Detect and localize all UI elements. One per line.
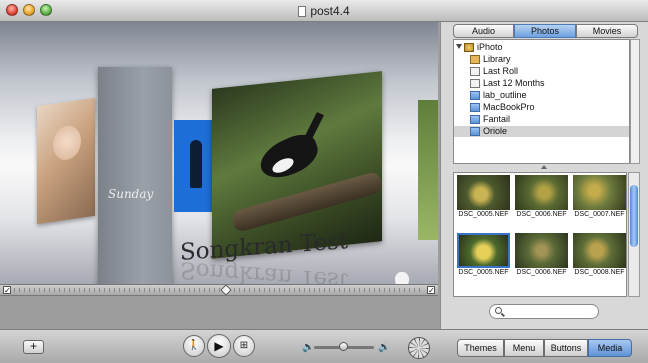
apple-logo-icon — [395, 272, 409, 284]
motion-button[interactable]: 🚶 — [183, 335, 205, 357]
sunday-label: Sunday — [108, 187, 154, 201]
dancer-silhouette — [190, 140, 202, 188]
photo-filename: DSC_0005.NEF — [458, 269, 509, 276]
source-item-label: Fantail — [483, 114, 511, 124]
tab-photos[interactable]: Photos — [514, 24, 576, 38]
source-list-scrollbar[interactable] — [630, 39, 640, 164]
source-item-label: Library — [483, 54, 511, 64]
folder-icon — [470, 127, 480, 136]
scrollbar-thumb[interactable] — [630, 185, 638, 247]
tab-buttons[interactable]: Buttons — [544, 339, 588, 357]
photo-thumbnail[interactable]: DSC_0007.NEF — [572, 175, 626, 220]
sunday-pane: Sunday — [98, 67, 172, 284]
add-button[interactable]: + — [23, 340, 44, 354]
source-item-label: iPhoto — [477, 42, 503, 52]
window-title-area: post4.4 — [0, 0, 648, 22]
photo-browser[interactable]: DSC_0005.NEF DSC_0006.NEF DSC_0007.NEF D… — [453, 172, 627, 297]
folder-icon — [470, 91, 480, 100]
source-item-last-12-months[interactable]: Last 12 Months — [454, 78, 629, 89]
source-item-label: MacBookPro — [483, 102, 535, 112]
tab-themes[interactable]: Themes — [457, 339, 504, 357]
photo-image — [515, 233, 568, 268]
calendar-icon — [470, 79, 480, 88]
photo-image — [573, 175, 626, 210]
burn-disc-button[interactable] — [408, 337, 430, 359]
volume-low-icon: 🔈 — [302, 342, 315, 353]
tab-menu[interactable]: Menu — [504, 339, 544, 357]
search-icon — [495, 307, 502, 314]
source-item-last-roll[interactable]: Last Roll — [454, 66, 629, 77]
iphoto-icon — [464, 43, 474, 52]
media-panel: Audio Photos Movies iPhoto Library Last … — [440, 22, 648, 329]
disclosure-triangle-icon[interactable] — [456, 44, 462, 49]
window-title: post4.4 — [310, 4, 350, 18]
library-icon — [470, 55, 480, 64]
split-handle-icon[interactable] — [541, 165, 547, 169]
folder-icon — [470, 115, 480, 124]
photo-browser-scrollbar[interactable] — [628, 172, 640, 297]
menu-title-reflection: Songkran Test — [180, 256, 349, 284]
walking-person-icon: 🚶 — [187, 340, 201, 351]
photo-search-input[interactable] — [489, 304, 599, 319]
source-item-library[interactable]: Library — [454, 54, 629, 65]
calendar-icon — [470, 67, 480, 76]
play-button[interactable]: ▶ — [207, 334, 231, 358]
photo-thumbnail-selected[interactable]: DSC_0005.NEF — [456, 233, 511, 278]
photo-image — [515, 175, 568, 210]
photo-source-list[interactable]: iPhoto Library Last Roll Last 12 Months … — [453, 39, 630, 164]
document-icon — [298, 6, 307, 17]
volume-high-icon: 🔊 — [378, 342, 391, 353]
tab-movies[interactable]: Movies — [576, 24, 638, 38]
scrubber-track[interactable] — [14, 288, 424, 292]
baby-face — [53, 123, 81, 162]
photo-filename: DSC_0006.NEF — [516, 211, 567, 218]
photo-image — [573, 233, 626, 268]
title-bar: post4.4 — [0, 0, 648, 22]
photo-thumbnail[interactable]: DSC_0008.NEF — [572, 233, 626, 278]
photo-image — [457, 175, 510, 210]
photo-filename: DSC_0007.NEF — [574, 211, 625, 218]
source-item-label: lab_outline — [483, 90, 527, 100]
intro-checkbox[interactable]: ✓ — [3, 286, 11, 295]
motion-scrubber[interactable]: ✓ ✓ — [0, 284, 438, 296]
photo-thumbnail[interactable]: DSC_0006.NEF — [514, 175, 569, 220]
hierarchy-icon: ⊞ — [239, 340, 249, 351]
source-item-label: Last Roll — [483, 66, 519, 76]
photo-filename: DSC_0006.NEF — [516, 269, 567, 276]
tab-media[interactable]: Media — [588, 339, 632, 357]
source-item-macbookpro[interactable]: MacBookPro — [454, 102, 629, 113]
baby-photo-pane — [37, 97, 95, 225]
dancer-pane — [174, 120, 214, 212]
folder-icon — [470, 103, 480, 112]
loop-checkbox[interactable]: ✓ — [427, 286, 435, 295]
source-item-label: Last 12 Months — [483, 78, 545, 88]
source-item-label: Oriole — [483, 126, 508, 136]
volume-slider-knob[interactable] — [339, 342, 348, 351]
source-item-iphoto[interactable]: iPhoto — [454, 42, 629, 53]
photo-thumbnail[interactable]: DSC_0006.NEF — [514, 233, 569, 278]
source-item-fantail[interactable]: Fantail — [454, 114, 629, 125]
play-icon: ▶ — [214, 339, 224, 353]
photo-filename: DSC_0005.NEF — [458, 211, 509, 218]
source-item-oriole[interactable]: Oriole — [454, 126, 629, 137]
map-view-button[interactable]: ⊞ — [233, 335, 255, 357]
photo-filename: DSC_0008.NEF — [574, 269, 625, 276]
photo-thumbnail[interactable]: DSC_0005.NEF — [456, 175, 511, 220]
tab-audio[interactable]: Audio — [453, 24, 514, 38]
source-item-lab-outline[interactable]: lab_outline — [454, 90, 629, 101]
photo-image — [457, 233, 510, 268]
bottom-toolbar: + 🚶 ▶ ⊞ 🔈 🔊 Themes Menu Buttons Media — [0, 329, 648, 363]
branch — [231, 170, 383, 234]
menu-preview[interactable]: Sunday Songkran Test Songkran Test — [0, 22, 438, 284]
edge-photo-pane — [418, 100, 438, 240]
scrubber-playhead[interactable] — [220, 284, 232, 296]
